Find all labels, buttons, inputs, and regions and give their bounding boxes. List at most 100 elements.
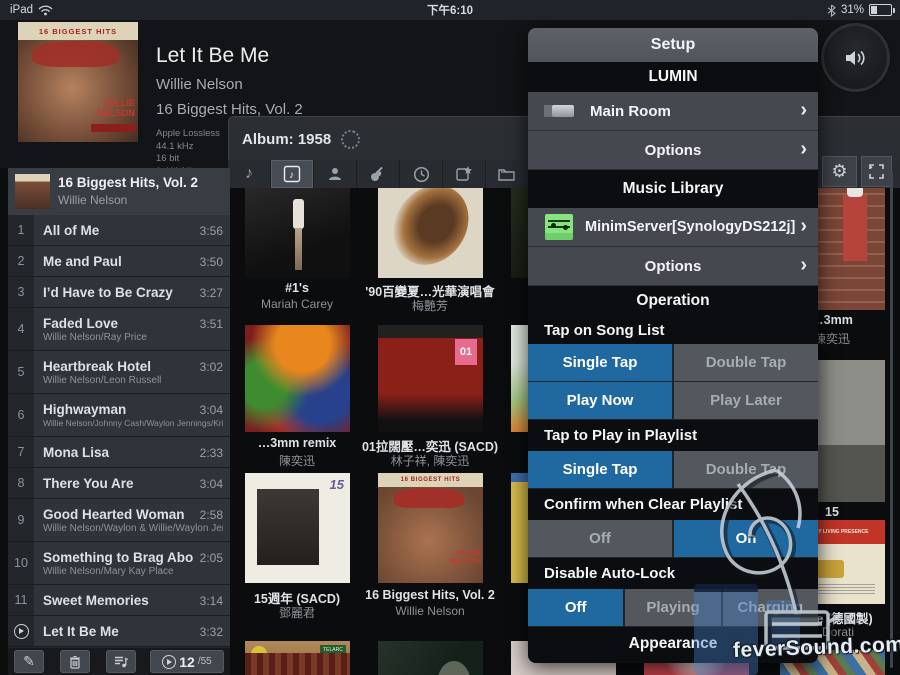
status-bar: iPad 下午6:10 31% [0,0,900,20]
album-cover[interactable] [378,641,483,675]
album-artist: Mariah Carey [227,297,367,311]
track-row[interactable]: 2 Me and Paul3:50 [8,246,230,277]
cover-text: 01 [455,339,477,365]
option-off[interactable]: Off [528,589,623,626]
edit-playlist-button[interactable]: ✎ [14,650,44,673]
cover-volume-strip [91,124,135,132]
tab-favorites[interactable] [443,160,486,188]
folder-icon [498,167,516,182]
lumin-options-row[interactable]: Options › [528,131,818,170]
track-row[interactable]: 7 Mona Lisa2:33 [8,437,230,468]
playlist-note-icon [114,655,129,668]
section-lumin: LUMIN [528,62,818,92]
option-play-later[interactable]: Play Later [674,382,818,419]
setup-popover: Setup LUMIN Main Room › Options › Music … [528,28,818,663]
lumin-app-screen: iPad 下午6:10 31% 16 BIGGEST HITS WILLIE N… [0,0,900,675]
track-rows: 1 All of Me3:56 2 Me and Paul3:50 3 I’d … [8,215,230,647]
music-server-icon [545,214,573,240]
option-double-tap[interactable]: Double Tap [674,451,818,488]
album-artist: 鄧麗君 [227,604,367,621]
tab-composers[interactable] [357,160,400,188]
settings-button[interactable]: ⚙ [822,156,857,187]
volume-knob[interactable] [821,23,890,92]
album-artist: 陳奕迅 [227,452,367,469]
track-row[interactable]: 3 I’d Have to Be Crazy3:27 [8,277,230,308]
cover-artist-text: WILLIE NELSON [91,98,135,118]
track-row[interactable]: 10 Something to Brag About2:05 Willie Ne… [8,542,230,585]
label-tap-on-song-list: Tap on Song List [528,316,818,344]
tab-artists[interactable] [314,160,357,188]
option-single-tap[interactable]: Single Tap [528,344,672,381]
track-row-playing[interactable]: Let It Be Me3:32 [8,616,230,647]
tab-folders[interactable] [486,160,529,188]
queue-counter-button[interactable]: 12 /55 [150,650,224,673]
album-artist: Willie Nelson [360,604,500,618]
album-count-label: Album: 1958 [242,131,331,148]
svg-text:♪: ♪ [289,170,294,181]
track-row[interactable]: 4 Faded Love3:51 Willie Nelson/Ray Price [8,308,230,351]
queue-total: /55 [198,656,212,667]
segment-tap-playlist: Single Tap Double Tap [528,451,818,489]
segment-play-mode: Play Now Play Later [528,382,818,420]
music-server-row[interactable]: MinimServer[SynologyDS212j] › [528,208,818,247]
option-charging[interactable]: Charging [723,589,818,626]
tab-songs[interactable]: ♪ [228,160,271,188]
scrollbar[interactable] [890,172,893,668]
guitar-icon [369,165,387,183]
option-on[interactable]: On [674,520,818,557]
album-cover[interactable]: 16 BIGGEST HITS WILLIE NELSON [378,473,483,583]
segment-auto-lock: Off Playing Charging [528,589,818,627]
cover-bandana [32,41,118,67]
playlist-panel: 16 Biggest Hits, Vol. 2 Willie Nelson 1 … [8,168,230,648]
clock-time: 下午6:10 [0,2,900,18]
lumin-device-icon [544,105,574,117]
album-cover[interactable]: 15 [245,473,350,583]
track-row[interactable]: 8 There You Are3:04 [8,468,230,499]
playlist-header[interactable]: 16 Biggest Hits, Vol. 2 Willie Nelson [8,168,230,216]
option-double-tap[interactable]: Double Tap [674,344,818,381]
playlist-album-artist: Willie Nelson [58,193,127,207]
album-cover[interactable]: TELARC [245,641,350,675]
option-off[interactable]: Off [528,520,672,557]
lumin-device-row[interactable]: Main Room › [528,92,818,131]
segment-confirm-clear: Off On [528,520,818,558]
label-disable-auto-lock: Disable Auto-Lock [528,558,818,589]
now-playing-title: Let It Be Me [156,44,269,68]
album-title: …3mm remix [227,436,367,450]
chevron-right-icon: › [800,216,807,236]
tab-albums-selected[interactable]: ♪ [271,160,314,188]
clear-playlist-button[interactable] [60,650,90,673]
track-row[interactable]: 1 All of Me3:56 [8,215,230,246]
playlist-album-thumb [15,174,50,209]
trash-icon [69,655,81,669]
play-icon [162,655,176,669]
option-playing[interactable]: Playing [625,589,720,626]
section-appearance: Appearance [528,627,818,660]
tab-recent[interactable] [400,160,443,188]
chevron-right-icon: › [800,139,807,159]
album-artist: 林子祥, 陳奕迅 [360,452,500,469]
now-playing-cover-art[interactable]: 16 BIGGEST HITS WILLIE NELSON [18,22,138,142]
fullscreen-button[interactable] [861,156,892,187]
chevron-right-icon: › [800,255,807,275]
album-title: #1's [227,281,367,295]
option-play-now[interactable]: Play Now [528,382,672,419]
save-playlist-button[interactable] [106,650,136,673]
gear-icon: ⚙ [831,161,847,182]
now-playing-artist: Willie Nelson [156,76,243,93]
battery-icon [869,4,892,16]
album-cover[interactable]: 01 [378,325,483,432]
speaker-icon [844,48,868,68]
track-row[interactable]: 5 Heartbreak Hotel3:02 Willie Nelson/Leo… [8,351,230,394]
library-options-row[interactable]: Options › [528,247,818,286]
option-single-tap[interactable]: Single Tap [528,451,672,488]
album-cover[interactable] [245,325,350,432]
fullscreen-icon [868,163,885,180]
track-row[interactable]: 9 Good Hearted Woman2:58 Willie Nelson/W… [8,499,230,542]
cover-text: 16 BIGGEST HITS [378,473,483,487]
track-row[interactable]: 6 Highwayman3:04 Willie Nelson/Johnny Ca… [8,394,230,437]
edit-icon: ✎ [23,653,35,670]
track-row[interactable]: 11 Sweet Memories3:14 [8,585,230,616]
section-operation: Operation [528,286,818,316]
person-icon [327,166,343,182]
